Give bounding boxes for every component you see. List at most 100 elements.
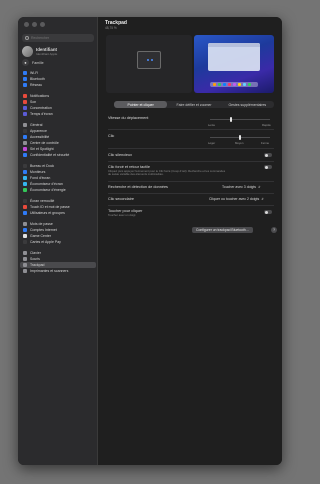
page-subtitle: 48,75 % xyxy=(105,26,117,30)
tab-point-click[interactable]: Pointer et cliquer xyxy=(114,101,168,108)
lookup-select[interactable]: Toucher avec 3 doigts ⇵ xyxy=(222,185,261,189)
sidebar-item-utilisateurs-et-groupes[interactable]: Utilisateurs et groupes xyxy=(20,210,96,216)
sidebar-item-label: Imprimantes et scanners xyxy=(30,269,69,273)
sidebar-item-label: Apparence xyxy=(30,129,47,133)
divider xyxy=(108,193,274,194)
sidebar-item-conomiseur-d-nergie[interactable]: Économiseur d'énergie xyxy=(20,187,96,193)
divider xyxy=(108,161,274,162)
chevron-updown-icon: ⇵ xyxy=(258,185,261,189)
lookup-label: Recherche et détection de données xyxy=(108,185,168,189)
force-click-toggle[interactable] xyxy=(264,165,272,169)
sidebar-item-imprimantes-et-scanners[interactable]: Imprimantes et scanners xyxy=(20,268,96,274)
sidebar-item-label: Économiseur d'énergie xyxy=(30,188,66,192)
sidebar-item-label: Fond d'écran xyxy=(30,176,51,180)
divider xyxy=(108,129,274,130)
sidebar-item-label: Wi-Fi xyxy=(30,71,39,75)
tracking-speed-slider[interactable] xyxy=(210,119,270,120)
sidebar-item-icon xyxy=(23,123,27,127)
sidebar-item-icon xyxy=(23,188,27,192)
sidebar-item-icon xyxy=(23,83,27,87)
minimize-button[interactable] xyxy=(32,22,37,27)
sidebar-item-label: Touch ID et mot de passe xyxy=(30,205,70,209)
chevron-updown-icon: ⇵ xyxy=(261,197,264,201)
trackpad-illustration xyxy=(137,51,161,69)
secondary-click-label: Clic secondaire xyxy=(108,197,134,201)
sidebar-item-label: Game Center xyxy=(30,234,52,238)
sidebar-item-icon xyxy=(23,112,27,116)
sidebar-item-label: Centre de contrôle xyxy=(30,141,59,145)
sidebar-item-label: Cartes et Apple Pay xyxy=(30,240,61,244)
mock-dock xyxy=(210,82,258,87)
tab-scroll-zoom[interactable]: Faire défiler et zoomer xyxy=(167,101,220,108)
sidebar-item-label: Bureau et Dock xyxy=(30,164,55,168)
click-label: Clic xyxy=(108,134,115,138)
force-click-description: Cliquez puis appuyez fermement pour le C… xyxy=(108,169,226,177)
sidebar-item-icon xyxy=(23,182,27,186)
search-icon xyxy=(25,36,29,40)
zoom-button[interactable] xyxy=(40,22,45,27)
sidebar-item-icon xyxy=(23,269,27,273)
gesture-video-preview xyxy=(194,35,274,93)
help-button[interactable]: ? xyxy=(271,227,277,233)
tab-more-gestures[interactable]: Gestes supplémentaires xyxy=(221,101,274,108)
tap-to-click-toggle[interactable] xyxy=(264,210,272,214)
sidebar-item-cartes-et-apple-pay[interactable]: Cartes et Apple Pay xyxy=(20,239,96,245)
apple-id-profile[interactable]: Identifiant Identifiant Apple xyxy=(22,46,57,57)
trackpad-preview xyxy=(106,35,192,93)
click-light-label: Léger xyxy=(208,141,216,145)
sidebar-item-icon xyxy=(23,164,27,168)
sidebar-item-icon xyxy=(23,170,27,174)
tracking-speed-slider-knob[interactable] xyxy=(230,117,232,122)
sidebar-item-icon xyxy=(23,251,27,255)
sidebar-item-label: Écran verrouillé xyxy=(30,199,55,203)
sidebar-item-icon xyxy=(23,153,27,157)
secondary-click-select[interactable]: Cliquer ou toucher avec 2 doigts ⇵ xyxy=(209,197,264,201)
sidebar-item-icon xyxy=(23,77,27,81)
setup-bluetooth-trackpad-button[interactable]: Configurer un trackpad Bluetooth… xyxy=(192,227,254,233)
window-controls xyxy=(24,22,45,27)
sidebar-item-icon xyxy=(23,228,27,232)
click-medium-label: Moyen xyxy=(235,141,244,145)
sidebar: Identifiant Identifiant Apple ● Famille … xyxy=(18,17,98,465)
mock-window xyxy=(208,43,260,71)
sidebar-item-icon xyxy=(23,176,27,180)
profile-subtitle: Identifiant Apple xyxy=(36,52,58,56)
sidebar-item-icon xyxy=(23,222,27,226)
tracking-min-label: Lente xyxy=(208,123,215,127)
sidebar-item-label: Temps d'écran xyxy=(30,112,53,116)
sidebar-item-label: Souris xyxy=(30,257,40,261)
sidebar-item-family[interactable]: ● Famille xyxy=(22,59,44,66)
finger-dot-icon xyxy=(151,59,153,61)
sidebar-item-label: Confidentialité et sécurité xyxy=(30,153,70,157)
sidebar-item-icon xyxy=(23,94,27,98)
search-input[interactable] xyxy=(31,36,91,40)
divider xyxy=(108,181,274,182)
family-label: Famille xyxy=(32,60,44,65)
sidebar-item-icon xyxy=(23,263,27,267)
settings-window: Identifiant Identifiant Apple ● Famille … xyxy=(18,17,282,465)
sidebar-item-label: Concentration xyxy=(30,106,52,110)
search-field[interactable] xyxy=(22,34,94,42)
main-pane: Trackpad 48,75 % Pointer et cliquer Fair… xyxy=(98,17,282,465)
sidebar-item-label: Économiseur d'écran xyxy=(30,182,63,186)
sidebar-item-icon xyxy=(23,71,27,75)
silent-click-toggle[interactable] xyxy=(264,153,272,157)
click-pressure-slider-knob[interactable] xyxy=(239,135,241,140)
secondary-click-value: Cliquer ou toucher avec 2 doigts xyxy=(209,197,260,201)
family-icon: ● xyxy=(22,59,29,66)
close-button[interactable] xyxy=(24,22,29,27)
sidebar-item-confidentialit-et-s-curit[interactable]: Confidentialité et sécurité xyxy=(20,152,96,158)
sidebar-item-r-seau[interactable]: Réseau xyxy=(20,82,96,88)
sidebar-item-label: Général xyxy=(30,123,43,127)
divider xyxy=(108,148,274,149)
sidebar-item-icon xyxy=(23,199,27,203)
click-firm-label: Ferme xyxy=(261,141,270,145)
sidebar-item-icon xyxy=(23,141,27,145)
silent-click-label: Clic silencieux xyxy=(108,153,133,157)
tab-bar: Pointer et cliquer Faire défiler et zoom… xyxy=(114,101,274,108)
sidebar-item-icon xyxy=(23,211,27,215)
sidebar-item-temps-d-cran[interactable]: Temps d'écran xyxy=(20,111,96,117)
sidebar-item-label: Son xyxy=(30,100,37,104)
lookup-value: Toucher avec 3 doigts xyxy=(222,185,257,189)
sidebar-item-label: Réseau xyxy=(30,83,43,87)
